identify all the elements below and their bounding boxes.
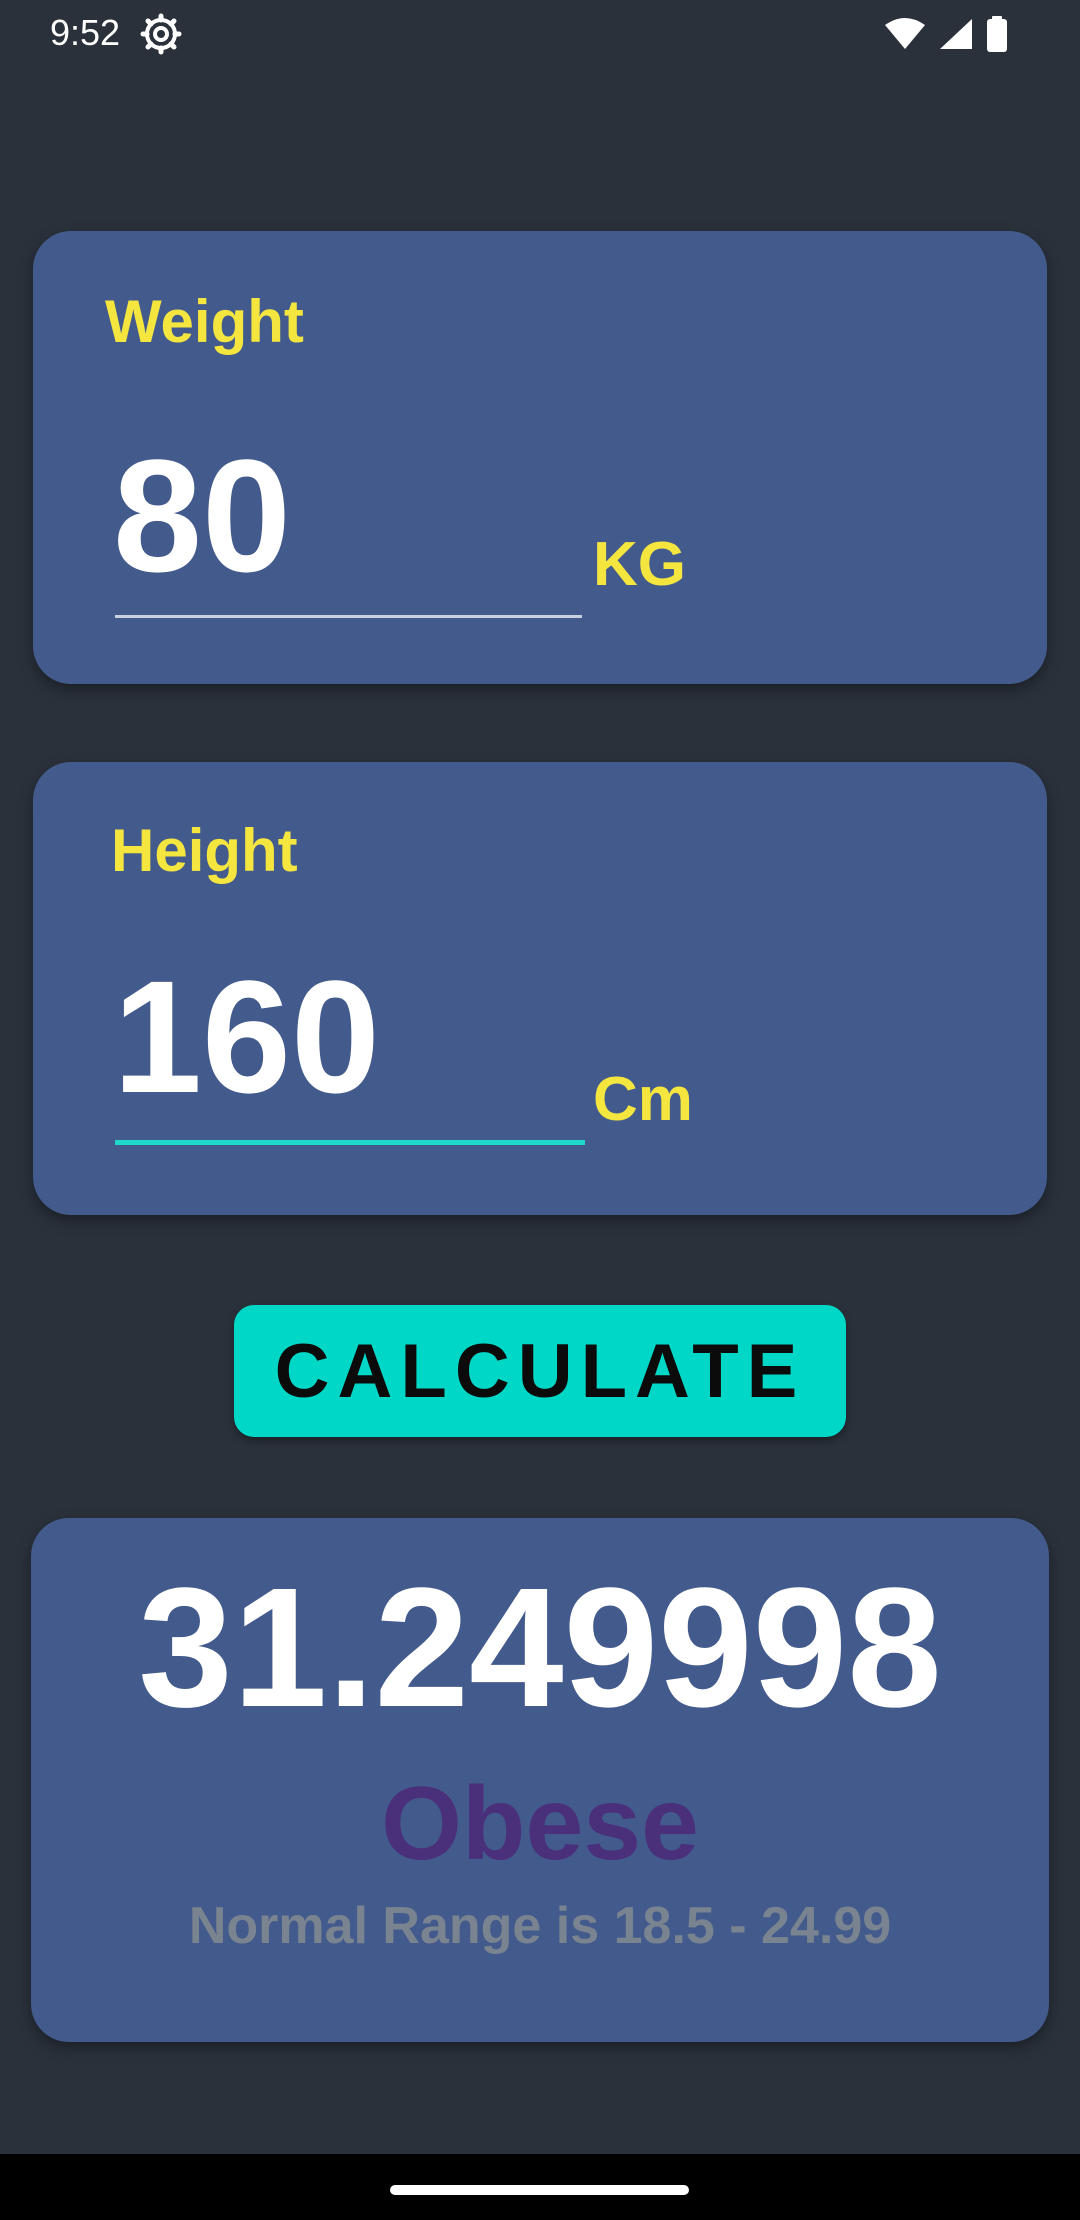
- home-gesture-handle[interactable]: [390, 2185, 689, 2195]
- height-card: Height Cm: [33, 762, 1047, 1215]
- bmi-calculator-screen: 9:52 Weight 80 KG Height 160 Cm CALCULAT…: [0, 0, 1080, 2220]
- height-input[interactable]: [113, 942, 583, 1132]
- signal-icon: [938, 17, 974, 51]
- weight-unit: KG: [593, 530, 686, 599]
- status-bar: 9:52: [0, 0, 1080, 66]
- bmi-result-value: 31.249998: [138, 1553, 942, 1743]
- weight-input-underline: [115, 615, 582, 618]
- calculate-button[interactable]: CALCULATE: [234, 1305, 846, 1437]
- gear-icon: [140, 13, 182, 55]
- weight-label: Weight: [105, 288, 304, 355]
- weight-card: Weight KG: [33, 231, 1047, 684]
- weight-input[interactable]: [113, 421, 578, 611]
- normal-range-text: Normal Range is 18.5 - 24.99: [188, 1897, 892, 1955]
- battery-icon: [986, 16, 1008, 52]
- result-card: 31.249998 Obese Normal Range is 18.5 - 2…: [31, 1518, 1049, 2042]
- height-unit: Cm: [593, 1065, 693, 1134]
- bmi-category: Obese: [381, 1766, 699, 1882]
- status-time: 9:52: [50, 12, 121, 53]
- height-input-underline: [115, 1140, 585, 1145]
- height-label: Height: [111, 817, 298, 884]
- status-icons: [884, 14, 1008, 54]
- wifi-icon: [884, 17, 926, 51]
